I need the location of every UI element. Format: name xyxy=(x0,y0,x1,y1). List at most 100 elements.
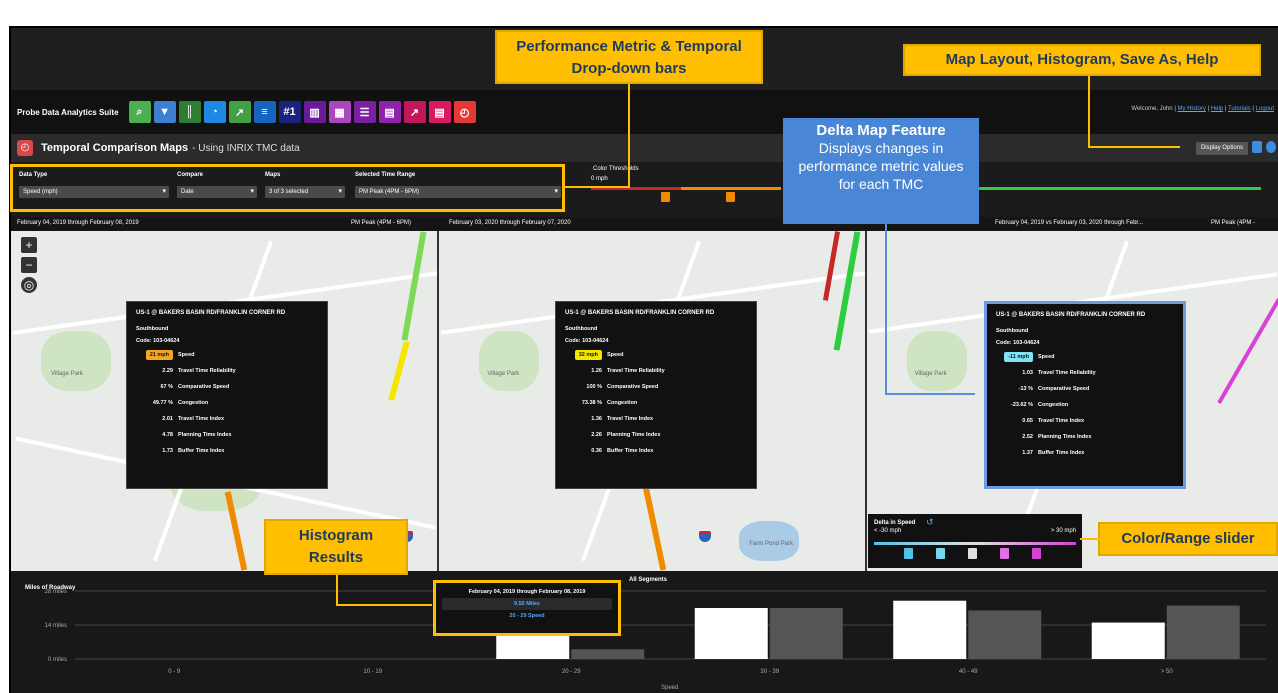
delta-slider-handle[interactable] xyxy=(904,548,913,559)
histogram-icon[interactable]: ▥ xyxy=(303,101,326,123)
help-icon[interactable] xyxy=(1266,141,1276,153)
histogram-bar[interactable] xyxy=(571,649,645,659)
popup-row: 2.52 Planning Time Index xyxy=(996,429,1174,445)
interstate-shield-icon xyxy=(699,531,712,542)
histogram-bar[interactable] xyxy=(694,608,768,659)
popup-title: US-1 @ BAKERS BASIN RD/FRANKLIN CORNER R… xyxy=(565,310,715,316)
bars-icon[interactable]: ≡ xyxy=(253,101,276,123)
threshold-bar-green xyxy=(961,187,1261,190)
popup-row-label: Buffer Time Index xyxy=(607,448,654,454)
popup-row: 67 % Comparative Speed xyxy=(136,379,318,395)
logout-link[interactable]: Logout xyxy=(1256,106,1274,112)
histogram-bar[interactable] xyxy=(1091,622,1165,659)
popup-row: 2.26 Planning Time Index xyxy=(565,427,747,443)
popup-row-label: Buffer Time Index xyxy=(1038,450,1085,456)
segment-popup-delta: US-1 @ BAKERS BASIN RD/FRANKLIN CORNER R… xyxy=(984,301,1186,489)
scatter-icon[interactable]: ↗ xyxy=(403,101,426,123)
callout-histogram: Histogram Results xyxy=(264,519,408,575)
popup-row-label: Travel Time Reliability xyxy=(178,368,236,374)
histogram-tooltip: February 04, 2019 through February 08, 2… xyxy=(433,580,621,636)
popup-row-value: -23.62 % xyxy=(1010,402,1033,408)
tutorials-link[interactable]: Tutorials xyxy=(1228,106,1251,112)
clock-icon[interactable]: ◴ xyxy=(453,101,476,123)
popup-row: 73.38 % Congestion xyxy=(565,395,747,411)
gauge-icon[interactable]: ◔ xyxy=(203,101,226,123)
popup-row-value: 2.26 xyxy=(591,432,602,438)
popup-row: 1.26 Travel Time Reliability xyxy=(565,363,747,379)
connector xyxy=(885,224,887,394)
callout-map-layout: Map Layout, Histogram, Save As, Help xyxy=(903,44,1261,76)
delta-slider-handle[interactable] xyxy=(968,548,977,559)
popup-row: 4.78 Planning Time Index xyxy=(136,427,318,443)
popup-row: 0.65 Travel Time Index xyxy=(996,413,1174,429)
popup-row-value: 1.26 xyxy=(591,368,602,374)
tooltip-speed: 20 - 29 Speed xyxy=(509,613,545,619)
popup-speed-value: 21 mph xyxy=(136,350,178,360)
histogram-bar[interactable] xyxy=(893,600,967,659)
chart-icon[interactable]: ▤ xyxy=(378,101,401,123)
help-link[interactable]: Help xyxy=(1211,106,1223,112)
delta-slider-handle[interactable] xyxy=(1032,548,1041,559)
threshold-handle-2[interactable] xyxy=(726,192,735,202)
histogram-bar[interactable] xyxy=(968,610,1042,659)
popup-row-speed: 32 mph Speed xyxy=(565,347,747,363)
popup-row-label: Planning Time Index xyxy=(607,432,661,438)
popup-row-label: Comparative Speed xyxy=(178,384,230,390)
pointer-icon[interactable]: ▼ xyxy=(153,101,176,123)
grid-icon[interactable]: ▦ xyxy=(328,101,351,123)
popup-row-label: Speed xyxy=(178,352,195,358)
speed-badge: -11 mph xyxy=(1004,352,1033,362)
threshold-handle-1[interactable] xyxy=(661,192,670,202)
village-park-label: Village Park xyxy=(487,371,520,377)
clock-icon: ◴ xyxy=(17,140,33,156)
popup-row: 100 % Comparative Speed xyxy=(565,379,747,395)
zoom-in-button[interactable]: + xyxy=(21,237,37,253)
popup-row-value: 100 % xyxy=(586,384,602,390)
list-icon[interactable]: ▤ xyxy=(428,101,451,123)
search-icon[interactable]: ⌕ xyxy=(128,101,151,123)
right-map-period: PM Peak (4PM - xyxy=(1211,220,1256,226)
reset-icon[interactable]: ↺ xyxy=(926,517,934,528)
popup-code: Code: 103-04624 xyxy=(996,340,1040,346)
delta-slider-handle[interactable] xyxy=(936,548,945,559)
table-icon[interactable]: ☰ xyxy=(353,101,376,123)
x-tick-label: 0 - 9 xyxy=(168,669,181,675)
delta-segment-magenta[interactable] xyxy=(1216,298,1278,404)
zoom-out-button[interactable]: − xyxy=(21,257,37,273)
left-map-date: February 04, 2019 through February 08, 2… xyxy=(17,220,139,226)
histogram-bar[interactable] xyxy=(1166,605,1240,659)
segment-popup-2020: US-1 @ BAKERS BASIN RD/FRANKLIN CORNER R… xyxy=(555,301,757,489)
histogram-bar[interactable] xyxy=(769,608,843,659)
village-park-label: Village Park xyxy=(51,371,83,377)
speed-segment-red[interactable] xyxy=(823,231,841,301)
display-options-button[interactable]: Display Options xyxy=(1195,142,1248,155)
trend-icon[interactable]: ↗ xyxy=(228,101,251,123)
park-area xyxy=(41,331,111,391)
speed-segment-green[interactable] xyxy=(833,231,861,351)
popup-row-value: 1.37 xyxy=(1022,450,1033,456)
y-tick-label: 0 miles xyxy=(48,657,67,663)
popup-row: 1.36 Travel Time Index xyxy=(565,411,747,427)
page-title: Temporal Comparison Maps xyxy=(41,142,189,154)
save-as-icon[interactable] xyxy=(1252,141,1262,153)
popup-row-label: Travel Time Index xyxy=(178,416,225,422)
histogram-panel: Miles of Roadway All Segments Speed 0 mi… xyxy=(11,571,1278,693)
delta-slider-handle[interactable] xyxy=(1000,548,1009,559)
popup-row-value: 0.36 xyxy=(591,448,602,454)
rank-icon[interactable]: #1 xyxy=(278,101,301,123)
speed-segment-green[interactable] xyxy=(401,231,427,341)
speed-segment-orange[interactable] xyxy=(642,481,667,571)
popup-row: 2.01 Travel Time Index xyxy=(136,411,318,427)
histogram-bar[interactable] xyxy=(496,635,570,659)
delta-slider-track[interactable] xyxy=(874,542,1076,545)
popup-speed-value: 32 mph xyxy=(565,350,607,360)
popup-direction: Southbound xyxy=(996,328,1029,334)
popup-direction: Southbound xyxy=(565,326,598,332)
my-history-link[interactable]: My History xyxy=(1178,106,1206,112)
locate-icon[interactable]: ◎ xyxy=(21,277,37,293)
color-thresholds-label: Color Thresholds xyxy=(593,166,639,172)
road-icon[interactable]: ║ xyxy=(178,101,201,123)
tooltip-date-range: February 04, 2019 through February 08, 2… xyxy=(468,589,586,595)
speed-segment-yellow[interactable] xyxy=(388,341,410,401)
tool-icon-bar: ⌕ ▼ ║ ◔ ↗ ≡ #1 ▥ ▦ ☰ ▤ ↗ ▤ ◴ xyxy=(128,101,476,123)
